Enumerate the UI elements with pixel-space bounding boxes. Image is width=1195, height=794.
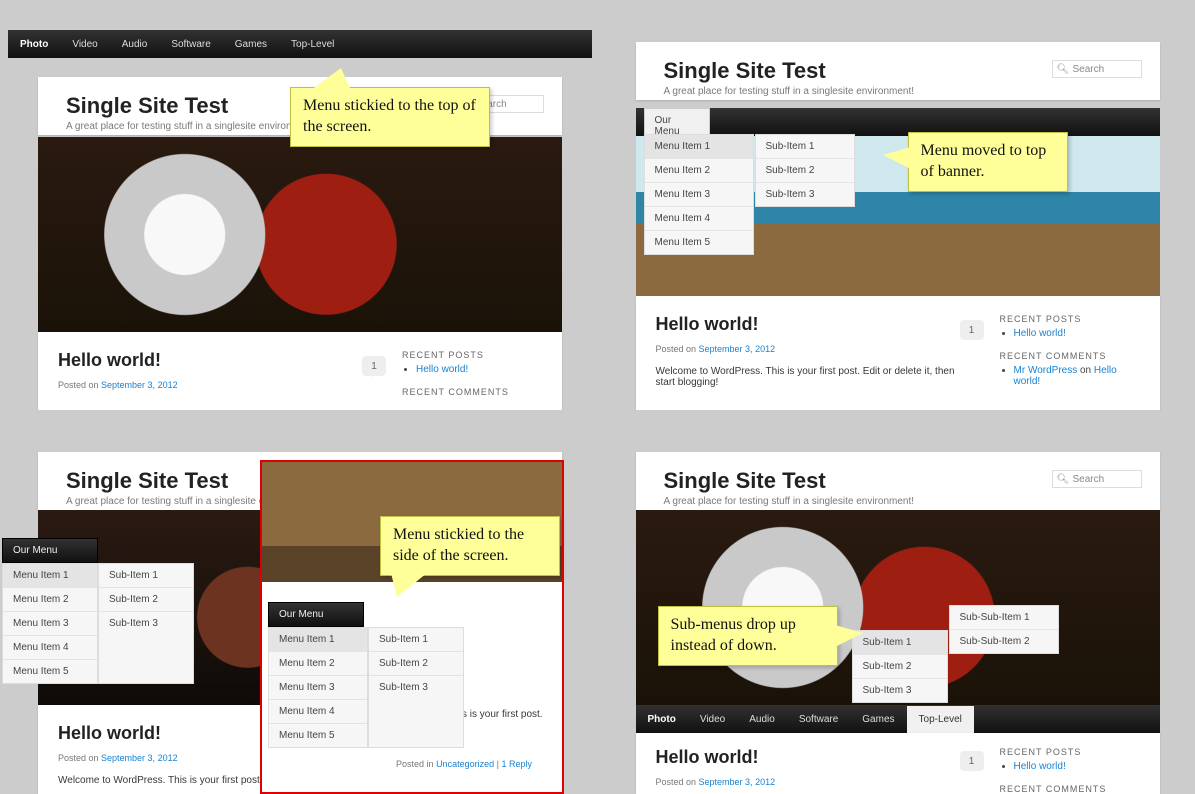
recent-posts-heading: Recent Posts xyxy=(1000,747,1140,757)
menu-item-photo[interactable]: Photo xyxy=(8,31,60,58)
banner-image xyxy=(38,137,562,332)
menu-item[interactable]: Menu Item 1 xyxy=(269,628,367,652)
post-date-link[interactable]: September 3, 2012 xyxy=(101,380,178,390)
site-tagline: A great place for testing stuff in a sin… xyxy=(664,86,1132,97)
menu-item-toplevel[interactable]: Top-Level xyxy=(907,706,974,733)
menu-item-software[interactable]: Software xyxy=(159,31,222,58)
post-date-link[interactable]: September 3, 2012 xyxy=(699,777,776,787)
submenu-item[interactable]: Sub-Item 1 xyxy=(756,135,854,159)
submenu-item[interactable]: Sub-Item 3 xyxy=(853,679,947,702)
menu-item[interactable]: Menu Item 1 xyxy=(3,564,97,588)
recent-post-link[interactable]: Hello world! xyxy=(1014,328,1066,339)
menu-item-audio[interactable]: Audio xyxy=(737,706,787,733)
menu-item[interactable]: Menu Item 1 xyxy=(645,135,753,159)
annotation-callout: Menu stickied to the top of the screen. xyxy=(290,87,490,147)
menu-dropdown[interactable]: Menu Item 1 Menu Item 2 Menu Item 3 Menu… xyxy=(644,134,754,255)
recent-comment-author-link[interactable]: Mr WordPress xyxy=(1014,365,1078,376)
inset-post-footer: Posted in Uncategorized | 1 Reply xyxy=(374,759,554,769)
subsub-item[interactable]: Sub-Sub-Item 1 xyxy=(950,606,1058,630)
menu-item[interactable]: Menu Item 5 xyxy=(645,231,753,254)
post-date-link[interactable]: September 3, 2012 xyxy=(101,753,178,763)
recent-posts-heading: Recent Posts xyxy=(1000,314,1140,324)
post-meta: Posted on September 3, 2012 xyxy=(58,380,362,390)
menu-item[interactable]: Menu Item 4 xyxy=(269,700,367,724)
annotation-callout: Menu moved to top of banner. xyxy=(908,132,1068,192)
site-header: Single Site Test A great place for testi… xyxy=(636,42,1160,100)
dropup-subsubmenu[interactable]: Sub-Sub-Item 1 Sub-Sub-Item 2 xyxy=(949,605,1059,654)
recent-post-link[interactable]: Hello world! xyxy=(1014,761,1066,772)
post-title: Hello world! xyxy=(656,314,960,335)
dropup-submenu[interactable]: Sub-Item 1 Sub-Item 2 Sub-Item 3 xyxy=(852,630,948,703)
post-meta: Posted on September 3, 2012 xyxy=(656,344,960,354)
submenu-item[interactable]: Sub-Item 3 xyxy=(756,183,854,206)
menu-item[interactable]: Menu Item 3 xyxy=(645,183,753,207)
submenu-item[interactable]: Sub-Item 1 xyxy=(853,631,947,655)
annotation-callout: Menu stickied to the side of the screen. xyxy=(380,516,560,576)
menu-item[interactable]: Menu Item 4 xyxy=(3,636,97,660)
post-title: Hello world! xyxy=(58,350,362,371)
panel-top-right: Single Site Test A great place for testi… xyxy=(598,0,1195,410)
inset-menu[interactable]: Our Menu Menu Item 1 Menu Item 2 Menu It… xyxy=(268,602,464,748)
menu-item[interactable]: Menu Item 3 xyxy=(3,612,97,636)
menu-item-games[interactable]: Games xyxy=(850,706,906,733)
submenu-item[interactable]: Sub-Item 2 xyxy=(99,588,193,612)
content-area: Hello world! Posted on September 3, 2012… xyxy=(38,332,562,410)
submenu-dropdown[interactable]: Sub-Item 1 Sub-Item 2 Sub-Item 3 xyxy=(755,134,855,207)
panel-top-left: Photo Video Audio Software Games Top-Lev… xyxy=(0,0,598,410)
post-title: Hello world! xyxy=(656,747,960,768)
annotation-callout: Sub-menus drop up instead of down. xyxy=(658,606,838,666)
side-sticky-menu[interactable]: Our Menu Menu Item 1 Menu Item 2 Menu It… xyxy=(2,538,194,684)
submenu-item[interactable]: Sub-Item 3 xyxy=(99,612,193,635)
menu-item-audio[interactable]: Audio xyxy=(110,31,160,58)
panel-bottom-left: Single Site Test A great place for testi… xyxy=(0,410,598,794)
post-date-link[interactable]: September 3, 2012 xyxy=(699,344,776,354)
menu-item[interactable]: Menu Item 3 xyxy=(269,676,367,700)
submenu-item[interactable]: Sub-Item 1 xyxy=(369,628,463,652)
submenu-item[interactable]: Sub-Item 2 xyxy=(369,652,463,676)
search-input[interactable]: Search xyxy=(1052,60,1142,78)
menu-item[interactable]: Menu Item 2 xyxy=(645,159,753,183)
recent-comments-heading: Recent Comments xyxy=(1000,784,1140,794)
subsub-item[interactable]: Sub-Sub-Item 2 xyxy=(950,630,1058,653)
site-tagline: A great place for testing stuff in a sin… xyxy=(664,496,1132,507)
recent-post-link[interactable]: Hello world! xyxy=(416,364,468,375)
comment-bubble[interactable]: 1 xyxy=(960,320,984,340)
site-header: Single Site Test A great place for testi… xyxy=(636,452,1160,510)
sticky-top-menu[interactable]: Photo Video Audio Software Games Top-Lev… xyxy=(8,30,592,58)
menu-item-video[interactable]: Video xyxy=(688,706,737,733)
menu-item[interactable]: Menu Item 5 xyxy=(269,724,367,747)
menu-item[interactable]: Menu Item 5 xyxy=(3,660,97,683)
post-meta: Posted on September 3, 2012 xyxy=(656,777,960,787)
post-body: Welcome to WordPress. This is your first… xyxy=(656,366,960,388)
menu-item-toplevel[interactable]: Top-Level xyxy=(279,31,346,58)
submenu-item[interactable]: Sub-Item 1 xyxy=(99,564,193,588)
panel-bottom-right: Single Site Test A great place for testi… xyxy=(598,410,1195,794)
menu-item[interactable]: Menu Item 2 xyxy=(269,652,367,676)
recent-comments-heading: Recent Comments xyxy=(402,387,542,397)
submenu-item[interactable]: Sub-Item 3 xyxy=(369,676,463,699)
recent-comments-heading: Recent Comments xyxy=(1000,351,1140,361)
content-area: Hello world! Posted on September 3, 2012… xyxy=(636,733,1160,794)
menu-bar xyxy=(636,108,1160,136)
submenu-item[interactable]: Sub-Item 2 xyxy=(756,159,854,183)
menu-item-software[interactable]: Software xyxy=(787,706,850,733)
menu-item[interactable]: Menu Item 2 xyxy=(3,588,97,612)
content-area: Hello world! Posted on September 3, 2012… xyxy=(636,296,1160,410)
menu-item-games[interactable]: Games xyxy=(223,31,279,58)
menu-item[interactable]: Menu Item 4 xyxy=(645,207,753,231)
comment-bubble[interactable]: 1 xyxy=(960,751,984,771)
inset-card: Our Menu Menu Item 1 Menu Item 2 Menu It… xyxy=(262,462,562,792)
menu-item-photo[interactable]: Photo xyxy=(636,706,688,733)
recent-posts-heading: Recent Posts xyxy=(402,350,542,360)
comment-bubble[interactable]: 1 xyxy=(362,356,386,376)
banner-bottom-menu[interactable]: Photo Video Audio Software Games Top-Lev… xyxy=(636,705,1160,733)
menu-item-video[interactable]: Video xyxy=(60,31,109,58)
submenu-item[interactable]: Sub-Item 2 xyxy=(853,655,947,679)
search-input[interactable]: Search xyxy=(1052,470,1142,488)
